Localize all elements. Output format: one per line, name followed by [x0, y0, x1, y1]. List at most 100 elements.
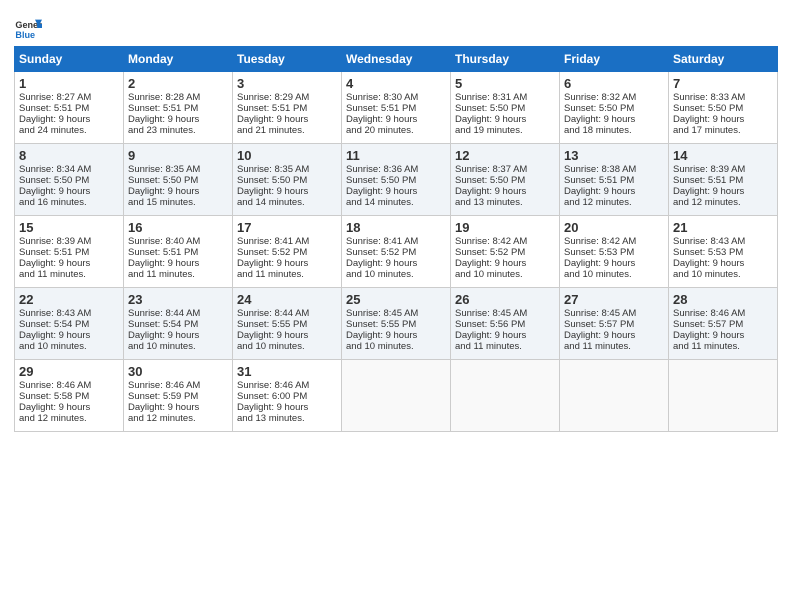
calendar-cell: 19Sunrise: 8:42 AMSunset: 5:52 PMDayligh…	[451, 216, 560, 288]
day-info: Daylight: 9 hours	[128, 402, 228, 413]
calendar-cell: 18Sunrise: 8:41 AMSunset: 5:52 PMDayligh…	[342, 216, 451, 288]
day-info: Sunset: 5:53 PM	[564, 247, 664, 258]
calendar-cell: 5Sunrise: 8:31 AMSunset: 5:50 PMDaylight…	[451, 72, 560, 144]
day-info: and 18 minutes.	[564, 125, 664, 136]
day-info: and 10 minutes.	[237, 341, 337, 352]
day-info: Sunset: 5:50 PM	[455, 175, 555, 186]
day-info: Sunrise: 8:30 AM	[346, 92, 446, 103]
calendar-cell: 31Sunrise: 8:46 AMSunset: 6:00 PMDayligh…	[233, 360, 342, 432]
calendar-week-1: 1Sunrise: 8:27 AMSunset: 5:51 PMDaylight…	[15, 72, 778, 144]
calendar-cell: 9Sunrise: 8:35 AMSunset: 5:50 PMDaylight…	[124, 144, 233, 216]
day-info: Daylight: 9 hours	[19, 330, 119, 341]
day-info: Daylight: 9 hours	[346, 114, 446, 125]
day-info: Sunrise: 8:46 AM	[673, 308, 773, 319]
day-info: Sunset: 5:50 PM	[346, 175, 446, 186]
calendar-cell: 17Sunrise: 8:41 AMSunset: 5:52 PMDayligh…	[233, 216, 342, 288]
day-number: 11	[346, 148, 446, 163]
day-info: Sunset: 5:56 PM	[455, 319, 555, 330]
day-info: Sunset: 5:59 PM	[128, 391, 228, 402]
calendar-cell: 30Sunrise: 8:46 AMSunset: 5:59 PMDayligh…	[124, 360, 233, 432]
day-info: Sunset: 5:52 PM	[455, 247, 555, 258]
day-info: and 12 minutes.	[19, 413, 119, 424]
day-info: and 11 minutes.	[455, 341, 555, 352]
day-info: Sunset: 5:50 PM	[237, 175, 337, 186]
day-info: Sunrise: 8:27 AM	[19, 92, 119, 103]
day-info: Daylight: 9 hours	[19, 258, 119, 269]
svg-text:Blue: Blue	[15, 30, 35, 40]
day-number: 21	[673, 220, 773, 235]
calendar-cell: 26Sunrise: 8:45 AMSunset: 5:56 PMDayligh…	[451, 288, 560, 360]
day-info: and 10 minutes.	[346, 341, 446, 352]
day-number: 6	[564, 76, 664, 91]
day-info: and 12 minutes.	[128, 413, 228, 424]
day-info: Daylight: 9 hours	[128, 258, 228, 269]
day-info: and 11 minutes.	[237, 269, 337, 280]
day-info: Sunrise: 8:40 AM	[128, 236, 228, 247]
day-info: Sunrise: 8:46 AM	[19, 380, 119, 391]
calendar-cell: 25Sunrise: 8:45 AMSunset: 5:55 PMDayligh…	[342, 288, 451, 360]
calendar-table: SundayMondayTuesdayWednesdayThursdayFrid…	[14, 46, 778, 432]
day-info: and 14 minutes.	[346, 197, 446, 208]
day-info: Sunset: 5:50 PM	[128, 175, 228, 186]
day-info: Sunrise: 8:45 AM	[455, 308, 555, 319]
calendar-cell: 12Sunrise: 8:37 AMSunset: 5:50 PMDayligh…	[451, 144, 560, 216]
calendar-cell: 29Sunrise: 8:46 AMSunset: 5:58 PMDayligh…	[15, 360, 124, 432]
day-info: Daylight: 9 hours	[237, 330, 337, 341]
day-info: Sunrise: 8:37 AM	[455, 164, 555, 175]
day-info: Sunset: 5:55 PM	[237, 319, 337, 330]
day-info: and 11 minutes.	[128, 269, 228, 280]
day-info: and 15 minutes.	[128, 197, 228, 208]
day-info: Sunrise: 8:38 AM	[564, 164, 664, 175]
calendar-body: 1Sunrise: 8:27 AMSunset: 5:51 PMDaylight…	[15, 72, 778, 432]
calendar-cell: 28Sunrise: 8:46 AMSunset: 5:57 PMDayligh…	[669, 288, 778, 360]
day-info: Sunrise: 8:45 AM	[564, 308, 664, 319]
day-info: Daylight: 9 hours	[346, 258, 446, 269]
calendar-week-4: 22Sunrise: 8:43 AMSunset: 5:54 PMDayligh…	[15, 288, 778, 360]
day-info: Daylight: 9 hours	[564, 186, 664, 197]
day-info: Daylight: 9 hours	[237, 258, 337, 269]
day-info: and 14 minutes.	[237, 197, 337, 208]
calendar-cell: 3Sunrise: 8:29 AMSunset: 5:51 PMDaylight…	[233, 72, 342, 144]
day-info: Sunset: 5:51 PM	[237, 103, 337, 114]
calendar-cell: 10Sunrise: 8:35 AMSunset: 5:50 PMDayligh…	[233, 144, 342, 216]
column-header-wednesday: Wednesday	[342, 47, 451, 72]
day-info: Sunrise: 8:28 AM	[128, 92, 228, 103]
day-info: Sunset: 5:58 PM	[19, 391, 119, 402]
column-header-saturday: Saturday	[669, 47, 778, 72]
column-header-sunday: Sunday	[15, 47, 124, 72]
day-number: 20	[564, 220, 664, 235]
day-info: Daylight: 9 hours	[455, 330, 555, 341]
column-header-tuesday: Tuesday	[233, 47, 342, 72]
day-number: 30	[128, 364, 228, 379]
day-info: Sunrise: 8:43 AM	[673, 236, 773, 247]
day-info: Sunrise: 8:33 AM	[673, 92, 773, 103]
day-info: Daylight: 9 hours	[564, 258, 664, 269]
day-info: Sunrise: 8:39 AM	[19, 236, 119, 247]
day-number: 26	[455, 292, 555, 307]
day-info: and 17 minutes.	[673, 125, 773, 136]
day-info: and 11 minutes.	[564, 341, 664, 352]
day-info: Daylight: 9 hours	[237, 186, 337, 197]
day-info: Sunrise: 8:46 AM	[128, 380, 228, 391]
column-header-monday: Monday	[124, 47, 233, 72]
day-info: Sunset: 5:51 PM	[673, 175, 773, 186]
day-info: and 10 minutes.	[564, 269, 664, 280]
day-info: Sunrise: 8:36 AM	[346, 164, 446, 175]
day-info: Sunrise: 8:29 AM	[237, 92, 337, 103]
day-info: Daylight: 9 hours	[128, 330, 228, 341]
calendar-cell	[451, 360, 560, 432]
day-info: Sunrise: 8:39 AM	[673, 164, 773, 175]
day-info: and 11 minutes.	[19, 269, 119, 280]
day-info: and 11 minutes.	[673, 341, 773, 352]
day-info: Sunset: 5:55 PM	[346, 319, 446, 330]
calendar-week-2: 8Sunrise: 8:34 AMSunset: 5:50 PMDaylight…	[15, 144, 778, 216]
day-number: 7	[673, 76, 773, 91]
day-info: Daylight: 9 hours	[346, 330, 446, 341]
day-info: Daylight: 9 hours	[237, 402, 337, 413]
day-number: 4	[346, 76, 446, 91]
day-info: Sunrise: 8:46 AM	[237, 380, 337, 391]
day-info: Sunset: 5:53 PM	[673, 247, 773, 258]
day-info: Daylight: 9 hours	[673, 330, 773, 341]
calendar-cell: 8Sunrise: 8:34 AMSunset: 5:50 PMDaylight…	[15, 144, 124, 216]
day-info: Daylight: 9 hours	[19, 114, 119, 125]
